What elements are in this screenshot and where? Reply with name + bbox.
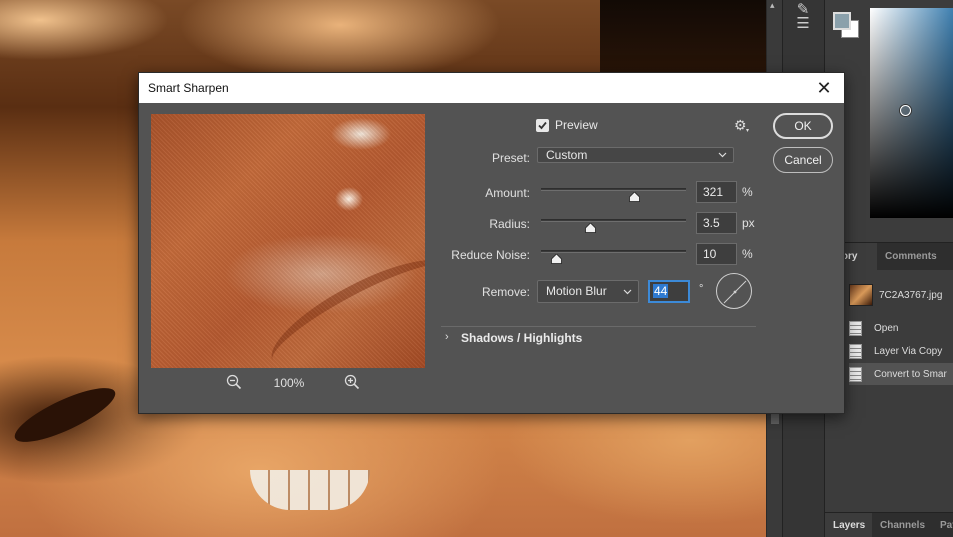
reduce-noise-label: Reduce Noise: [451, 248, 530, 262]
preset-label: Preset: [491, 151, 530, 165]
amount-input[interactable]: 321 [696, 181, 737, 203]
document-icon [849, 343, 862, 359]
tab-channels[interactable]: Channels [872, 513, 933, 537]
tab-paths[interactable]: Pat [932, 513, 953, 537]
angle-input[interactable]: 44 [648, 280, 690, 303]
slider-knob-icon[interactable] [550, 254, 562, 264]
history-item-label: Open [874, 322, 899, 334]
gear-icon[interactable]: ⚙ [734, 117, 747, 134]
chevron-down-icon [718, 152, 727, 158]
radius-slider[interactable] [541, 212, 686, 233]
color-picker-cursor[interactable] [900, 105, 911, 116]
document-icon [849, 320, 862, 336]
shadows-highlights-toggle[interactable]: Shadows / Highlights [461, 331, 582, 345]
preview-window[interactable] [151, 114, 425, 368]
adjustments-icon[interactable]: ☰ [793, 14, 813, 34]
foreground-color-swatch[interactable] [833, 12, 851, 30]
preview-label[interactable]: Preview [555, 118, 598, 132]
history-snapshot[interactable]: 7C2A3767.jpg [849, 284, 942, 306]
photo-dark-area [600, 0, 766, 80]
dialog-title: Smart Sharpen [148, 81, 229, 95]
chevron-down-icon [623, 289, 632, 294]
slider-track [541, 188, 686, 191]
slider-track [541, 250, 686, 253]
layers-panel-tabs: Layers Channels Pat [825, 512, 953, 537]
radius-unit: px [742, 216, 755, 230]
slider-knob-icon[interactable] [628, 192, 640, 202]
zoom-level: 100% [273, 376, 305, 390]
color-picker-field[interactable] [870, 8, 953, 218]
reduce-noise-input[interactable]: 10 [696, 243, 737, 265]
preset-value: Custom [546, 148, 588, 162]
history-item[interactable]: Layer Via Copy [849, 340, 953, 362]
amount-label: Amount: [485, 186, 530, 200]
slider-knob-icon[interactable] [585, 223, 597, 233]
angle-dial-icon[interactable] [716, 273, 752, 309]
close-icon[interactable]: ✕ [812, 76, 836, 100]
preview-checkbox[interactable] [536, 119, 549, 132]
remove-value: Motion Blur [546, 284, 607, 298]
tab-layers[interactable]: Layers [825, 513, 872, 537]
cancel-button[interactable]: Cancel [773, 147, 833, 173]
ok-button[interactable]: OK [773, 113, 833, 139]
dialog-titlebar[interactable]: Smart Sharpen ✕ [139, 73, 844, 103]
history-item[interactable]: Convert to Smar [849, 363, 953, 385]
history-item-label: Convert to Smar [874, 368, 947, 380]
zoom-controls: 100% [151, 373, 425, 393]
remove-select[interactable]: Motion Blur [537, 280, 639, 303]
photo-teeth [250, 470, 370, 510]
reduce-noise-unit: % [742, 247, 753, 261]
preset-select[interactable]: Custom [537, 147, 734, 163]
photo-eyebrow [8, 378, 122, 452]
angle-dial-needle [723, 280, 747, 304]
amount-slider[interactable] [541, 181, 686, 202]
reduce-noise-slider[interactable] [541, 243, 686, 264]
tab-comments[interactable]: Comments [877, 243, 945, 271]
history-item[interactable]: Open [849, 317, 953, 339]
amount-unit: % [742, 185, 753, 199]
checkbox-check-icon [538, 121, 547, 130]
history-item-label: Layer Via Copy [874, 345, 943, 357]
zoom-out-icon[interactable] [226, 374, 242, 390]
radius-input[interactable]: 3.5 [696, 212, 737, 234]
section-divider [441, 326, 756, 327]
scroll-up-icon[interactable]: ▴ [770, 0, 775, 11]
angle-unit: ° [699, 283, 704, 295]
disclosure-chevron-icon[interactable]: › [445, 331, 449, 343]
zoom-in-icon[interactable] [344, 374, 360, 390]
angle-value: 44 [653, 284, 669, 298]
gear-menu-caret[interactable]: ▾ [746, 127, 749, 134]
remove-label: Remove: [481, 285, 530, 299]
slider-track [541, 219, 686, 222]
snapshot-thumbnail [849, 284, 873, 306]
smart-sharpen-dialog: Smart Sharpen ✕ 100% Preview ⚙ ▾ Preset:… [138, 72, 845, 414]
radius-label: Radius: [489, 217, 530, 231]
document-icon [849, 366, 862, 382]
preview-image-detail [258, 240, 425, 368]
snapshot-name: 7C2A3767.jpg [879, 289, 943, 301]
